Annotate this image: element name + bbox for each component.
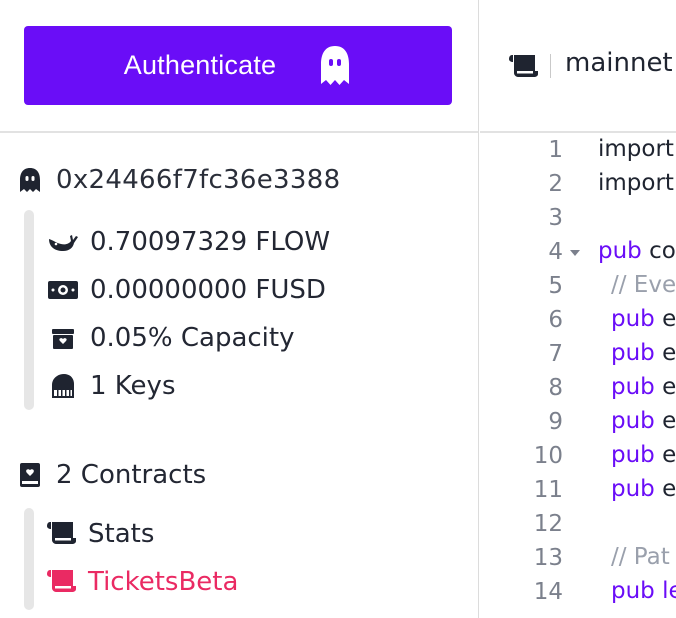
ghost-icon — [20, 168, 40, 192]
code-text: // Pat — [611, 544, 670, 570]
line-number: 14 — [533, 579, 563, 605]
contract-name: Stats — [88, 519, 155, 549]
code-text: pub ev — [611, 340, 676, 366]
authenticate-label: Authenticate — [123, 50, 277, 80]
whale-icon — [46, 228, 80, 256]
code-text: pub ev — [611, 306, 676, 332]
code-text: pub co — [598, 238, 676, 264]
line-number: 12 — [533, 511, 563, 537]
fusd-balance: 0.00000000 FUSD — [46, 266, 330, 314]
contracts-header[interactable]: 2 Contracts — [18, 460, 206, 490]
flow-balance-label: 0.70097329 FLOW — [90, 227, 331, 257]
code-line[interactable]: 8 pub ev — [480, 372, 676, 406]
account-stats-list: 0.70097329 FLOW 0.00000000 FUSD 0.05% Ca… — [46, 218, 330, 410]
divider — [550, 54, 551, 78]
code-line[interactable]: 3 — [480, 202, 676, 236]
account-address-row[interactable]: 0x24466f7fc36e3388 — [18, 165, 340, 195]
ghost-icon — [321, 45, 350, 85]
contract-name: TicketsBeta — [88, 567, 239, 597]
storage-capacity: 0.05% Capacity — [46, 314, 330, 362]
line-number: 9 — [548, 409, 563, 435]
account-address: 0x24466f7fc36e3388 — [56, 165, 341, 195]
line-number: 3 — [548, 205, 563, 231]
scroll-icon — [508, 52, 540, 82]
keyword-token: pub — [611, 306, 655, 332]
code-text: import — [598, 170, 674, 196]
keyword-token: pub — [598, 238, 642, 264]
line-number: 1 — [548, 137, 563, 163]
scroll-icon — [46, 567, 78, 597]
code-text: pub ev — [611, 374, 676, 400]
code-token: ev — [662, 442, 676, 468]
keyword-token: pub — [611, 476, 655, 502]
scroll-icon — [46, 519, 78, 549]
code-line[interactable]: 13 // Pat — [480, 542, 676, 576]
line-number: 13 — [533, 545, 563, 571]
storage-box-icon — [46, 324, 80, 352]
code-line[interactable]: 1 import — [480, 134, 676, 168]
keyword-token: pub — [611, 408, 655, 434]
code-text: import — [598, 136, 674, 162]
contract-book-icon — [20, 463, 40, 487]
code-text: // Eve — [611, 272, 676, 298]
code-editor[interactable]: 1 import 2 import 3 4 pub co 5 // Eve 6 pub ev 7 pub… — [480, 134, 676, 610]
piano-keys-icon — [46, 372, 80, 400]
account-sidebar: Authenticate 0x24466f7fc36e3388 0.700973… — [0, 0, 479, 618]
code-text: pub ev — [611, 442, 676, 468]
stats-group-rail — [24, 210, 34, 410]
code-token: ev — [662, 306, 676, 332]
contracts-group-rail — [24, 508, 34, 610]
code-line[interactable]: 2 import — [480, 168, 676, 202]
code-line[interactable]: 4 pub co — [480, 236, 676, 270]
comment-token: // Pat — [611, 544, 670, 570]
keyword-token: pub le — [611, 578, 676, 604]
contract-item-ticketsbeta[interactable]: TicketsBeta — [46, 558, 238, 606]
keyword-token: pub — [611, 340, 655, 366]
contracts-count: 2 Contracts — [56, 460, 207, 490]
code-line[interactable]: 7 pub ev — [480, 338, 676, 372]
line-number: 11 — [533, 477, 563, 503]
code-line[interactable]: 14 pub le — [480, 576, 676, 610]
line-number: 2 — [548, 171, 563, 197]
code-token: ev — [662, 340, 676, 366]
keyword-token: pub — [611, 374, 655, 400]
code-text: pub ev — [611, 476, 676, 502]
authenticate-button[interactable]: Authenticate — [24, 26, 452, 105]
contract-item-stats[interactable]: Stats — [46, 510, 238, 558]
account-keys: 1 Keys — [46, 362, 330, 410]
code-line[interactable]: 6 pub ev — [480, 304, 676, 338]
line-number: 10 — [533, 443, 563, 469]
line-number: 6 — [548, 307, 563, 333]
code-line[interactable]: 5 // Eve — [480, 270, 676, 304]
network-name[interactable]: mainnet — [565, 48, 673, 78]
code-token: import — [598, 136, 674, 162]
code-text: pub ev — [611, 408, 676, 434]
code-token: ev — [662, 476, 676, 502]
line-number: 7 — [548, 341, 563, 367]
comment-token: // Eve — [611, 272, 676, 298]
line-number: 8 — [548, 375, 563, 401]
code-token: ev — [662, 408, 676, 434]
code-line[interactable]: 9 pub ev — [480, 406, 676, 440]
code-token: ev — [662, 374, 676, 400]
fold-toggle-icon[interactable] — [570, 250, 580, 256]
network-bar: mainnet — [480, 0, 676, 133]
account-keys-label: 1 Keys — [90, 371, 176, 401]
line-number: 4 — [548, 239, 563, 265]
code-line[interactable]: 11 pub ev — [480, 474, 676, 508]
code-line[interactable]: 12 — [480, 508, 676, 542]
banknote-icon — [46, 276, 80, 304]
keyword-token: pub — [611, 442, 655, 468]
code-token: co — [641, 238, 676, 264]
code-text: pub le — [611, 578, 676, 604]
storage-capacity-label: 0.05% Capacity — [90, 323, 295, 353]
code-line[interactable]: 10 pub ev — [480, 440, 676, 474]
flow-balance: 0.70097329 FLOW — [46, 218, 330, 266]
contracts-list: Stats TicketsBeta — [46, 510, 238, 606]
line-number: 5 — [548, 273, 563, 299]
fusd-balance-label: 0.00000000 FUSD — [90, 275, 326, 305]
code-editor-pane: mainnet 1 import 2 import 3 4 pub co 5 // Eve 6 pu… — [480, 0, 676, 618]
auth-header: Authenticate — [0, 0, 478, 133]
code-token: import — [598, 170, 674, 196]
